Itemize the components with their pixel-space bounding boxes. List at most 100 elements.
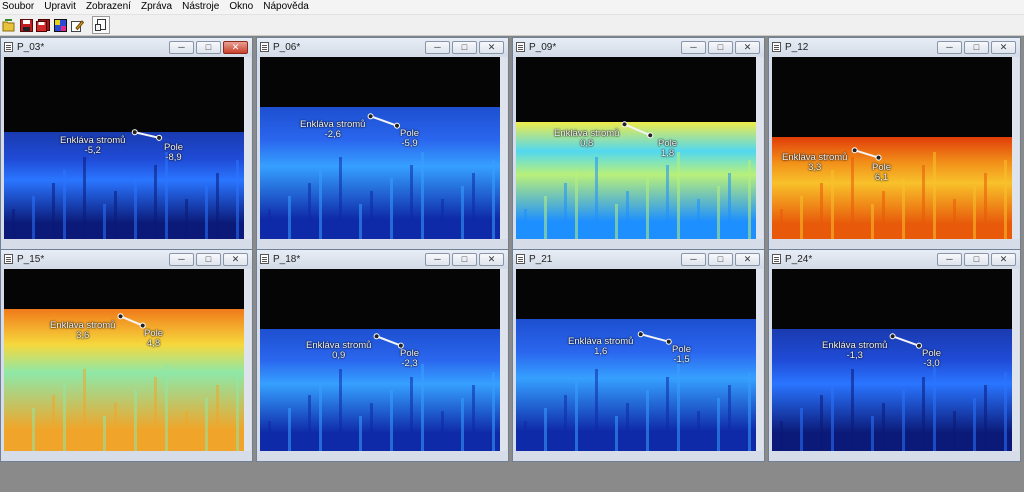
minimize-button[interactable]: ─	[937, 253, 962, 266]
value-pole: -2,3	[401, 358, 418, 369]
thermogram-image[interactable]: Enkláva stromů 3,6 Pole 4,8	[4, 269, 245, 451]
close-button[interactable]: ✕	[223, 41, 248, 54]
close-button[interactable]: ✕	[479, 253, 504, 266]
maximize-button[interactable]: □	[452, 41, 477, 54]
minimize-button[interactable]: ─	[681, 253, 706, 266]
thermogram-image[interactable]: Enkláva stromů 3,3 Pole 6,1	[772, 57, 1013, 239]
thermogram-image[interactable]: Enkláva stromů 0,8 Pole 1,8	[516, 57, 757, 239]
window-title: P_03*	[17, 41, 45, 53]
thermogram-image[interactable]: Enkláva stromů -2,6 Pole -5,9	[260, 57, 501, 239]
image-window-7[interactable]: P_21 ─ □ ✕ Enkláva stromů 1,6 Pole -1,5	[512, 249, 765, 462]
document-icon	[772, 42, 781, 52]
label-pole: Pole -8,9	[164, 142, 184, 163]
label-pole: Pole 4,8	[144, 328, 164, 349]
close-button[interactable]: ✕	[223, 253, 248, 266]
image-window-8[interactable]: P_24* ─ □ ✕ Enkláva stromů -1,3 Pole -3,…	[768, 249, 1021, 462]
window-titlebar[interactable]: P_12 ─ □ ✕	[769, 38, 1020, 56]
close-button[interactable]: ✕	[991, 253, 1016, 266]
menu-upravit[interactable]: Upravit	[39, 0, 81, 14]
value-enklava: 0,8	[580, 138, 594, 149]
label-pole: Pole 6,1	[872, 162, 892, 183]
thermogram-image[interactable]: Enkláva stromů 1,6 Pole -1,5	[516, 269, 757, 451]
minimize-button[interactable]: ─	[425, 253, 450, 266]
maximize-button[interactable]: □	[964, 253, 989, 266]
minimize-button[interactable]: ─	[937, 41, 962, 54]
side-panel	[244, 269, 251, 451]
value-enklava: -5,2	[84, 145, 101, 156]
maximize-button[interactable]: □	[196, 41, 221, 54]
thermogram-image[interactable]: Enkláva stromů -1,3 Pole -3,0	[772, 269, 1013, 451]
toolbar	[0, 15, 1024, 36]
value-pole: -8,9	[165, 152, 182, 163]
label-enklava: Enkláva stromů 0,8	[554, 128, 620, 149]
image-window-6[interactable]: P_18* ─ □ ✕ Enkláva stromů 0,9 Pole -2,3	[256, 249, 509, 462]
label-enklava: Enkláva stromů 3,6	[50, 320, 116, 341]
minimize-button[interactable]: ─	[425, 41, 450, 54]
palette-icon[interactable]	[52, 17, 68, 33]
menu-n-pov-da[interactable]: Nápověda	[258, 0, 314, 14]
window-titlebar[interactable]: P_24* ─ □ ✕	[769, 250, 1020, 268]
window-title: P_12	[785, 41, 809, 53]
open-folder-icon[interactable]	[1, 17, 17, 33]
window-titlebar[interactable]: P_18* ─ □ ✕	[257, 250, 508, 268]
label-pole: Pole -1,5	[672, 344, 692, 365]
maximize-button[interactable]: □	[196, 253, 221, 266]
window-title: P_24*	[785, 253, 813, 265]
close-button[interactable]: ✕	[735, 253, 760, 266]
side-panel	[756, 57, 763, 239]
value-enklava: 3,3	[808, 162, 822, 173]
minimize-button[interactable]: ─	[681, 41, 706, 54]
label-enklava: Enkláva stromů -5,2	[60, 135, 126, 156]
vineyard-stakes	[260, 342, 501, 451]
vineyard-stakes	[260, 130, 501, 239]
window-titlebar[interactable]: P_03* ─ □ ✕	[1, 38, 252, 56]
maximize-button[interactable]: □	[708, 253, 733, 266]
image-window-4[interactable]: P_12 ─ □ ✕ Enkláva stromů 3,3 Pole 6,1	[768, 37, 1021, 250]
vineyard-stakes	[4, 342, 245, 451]
document-icon	[260, 42, 269, 52]
maximize-button[interactable]: □	[964, 41, 989, 54]
close-button[interactable]: ✕	[991, 41, 1016, 54]
menu-zpr-va[interactable]: Zpráva	[136, 0, 177, 14]
document-icon	[772, 254, 781, 264]
document-icon	[516, 42, 525, 52]
window-titlebar[interactable]: P_15* ─ □ ✕	[1, 250, 252, 268]
menu-n-stroje[interactable]: Nástroje	[177, 0, 224, 14]
document-icon	[260, 254, 269, 264]
save-icon[interactable]	[18, 17, 34, 33]
minimize-button[interactable]: ─	[169, 41, 194, 54]
menu-okno[interactable]: Okno	[224, 0, 258, 14]
maximize-button[interactable]: □	[708, 41, 733, 54]
thermogram-image[interactable]: Enkláva stromů -5,2 Pole -8,9	[4, 57, 245, 239]
value-pole: 6,1	[874, 172, 889, 183]
menu-soubor[interactable]: Soubor	[0, 0, 39, 14]
thermogram-image[interactable]: Enkláva stromů 0,9 Pole -2,3	[260, 269, 501, 451]
image-window-5[interactable]: P_15* ─ □ ✕ Enkláva stromů 3,6 Pole 4,8	[0, 249, 253, 462]
value-enklava: 3,6	[76, 330, 90, 341]
close-button[interactable]: ✕	[479, 41, 504, 54]
window-titlebar[interactable]: P_09* ─ □ ✕	[513, 38, 764, 56]
window-title: P_18*	[273, 253, 301, 265]
edit-icon[interactable]	[69, 17, 85, 33]
label-pole: Pole -2,3	[400, 348, 420, 369]
image-window-2[interactable]: P_06* ─ □ ✕ Enkláva stromů -2,6 Pole -5,…	[256, 37, 509, 250]
menu-zobrazen-[interactable]: Zobrazení	[81, 0, 136, 14]
maximize-button[interactable]: □	[452, 253, 477, 266]
document-icon	[4, 254, 13, 264]
value-enklava: -1,3	[846, 350, 863, 361]
vineyard-stakes	[516, 342, 757, 451]
close-button[interactable]: ✕	[735, 41, 760, 54]
window-titlebar[interactable]: P_06* ─ □ ✕	[257, 38, 508, 56]
value-enklava: 0,9	[332, 350, 346, 361]
minimize-button[interactable]: ─	[169, 253, 194, 266]
export-icon[interactable]	[92, 16, 110, 34]
save-all-icon[interactable]	[35, 17, 51, 33]
value-pole: 4,8	[146, 338, 161, 349]
image-window-3[interactable]: P_09* ─ □ ✕ Enkláva stromů 0,8 Pole 1,8	[512, 37, 765, 250]
value-pole: -5,9	[401, 138, 418, 149]
window-titlebar[interactable]: P_21 ─ □ ✕	[513, 250, 764, 268]
side-panel	[500, 57, 507, 239]
image-window-1[interactable]: P_03* ─ □ ✕ Enkláva stromů -5,2 Pole -8,…	[0, 37, 253, 250]
label-pole: Pole -3,0	[922, 348, 942, 369]
value-pole: -3,0	[923, 358, 940, 369]
